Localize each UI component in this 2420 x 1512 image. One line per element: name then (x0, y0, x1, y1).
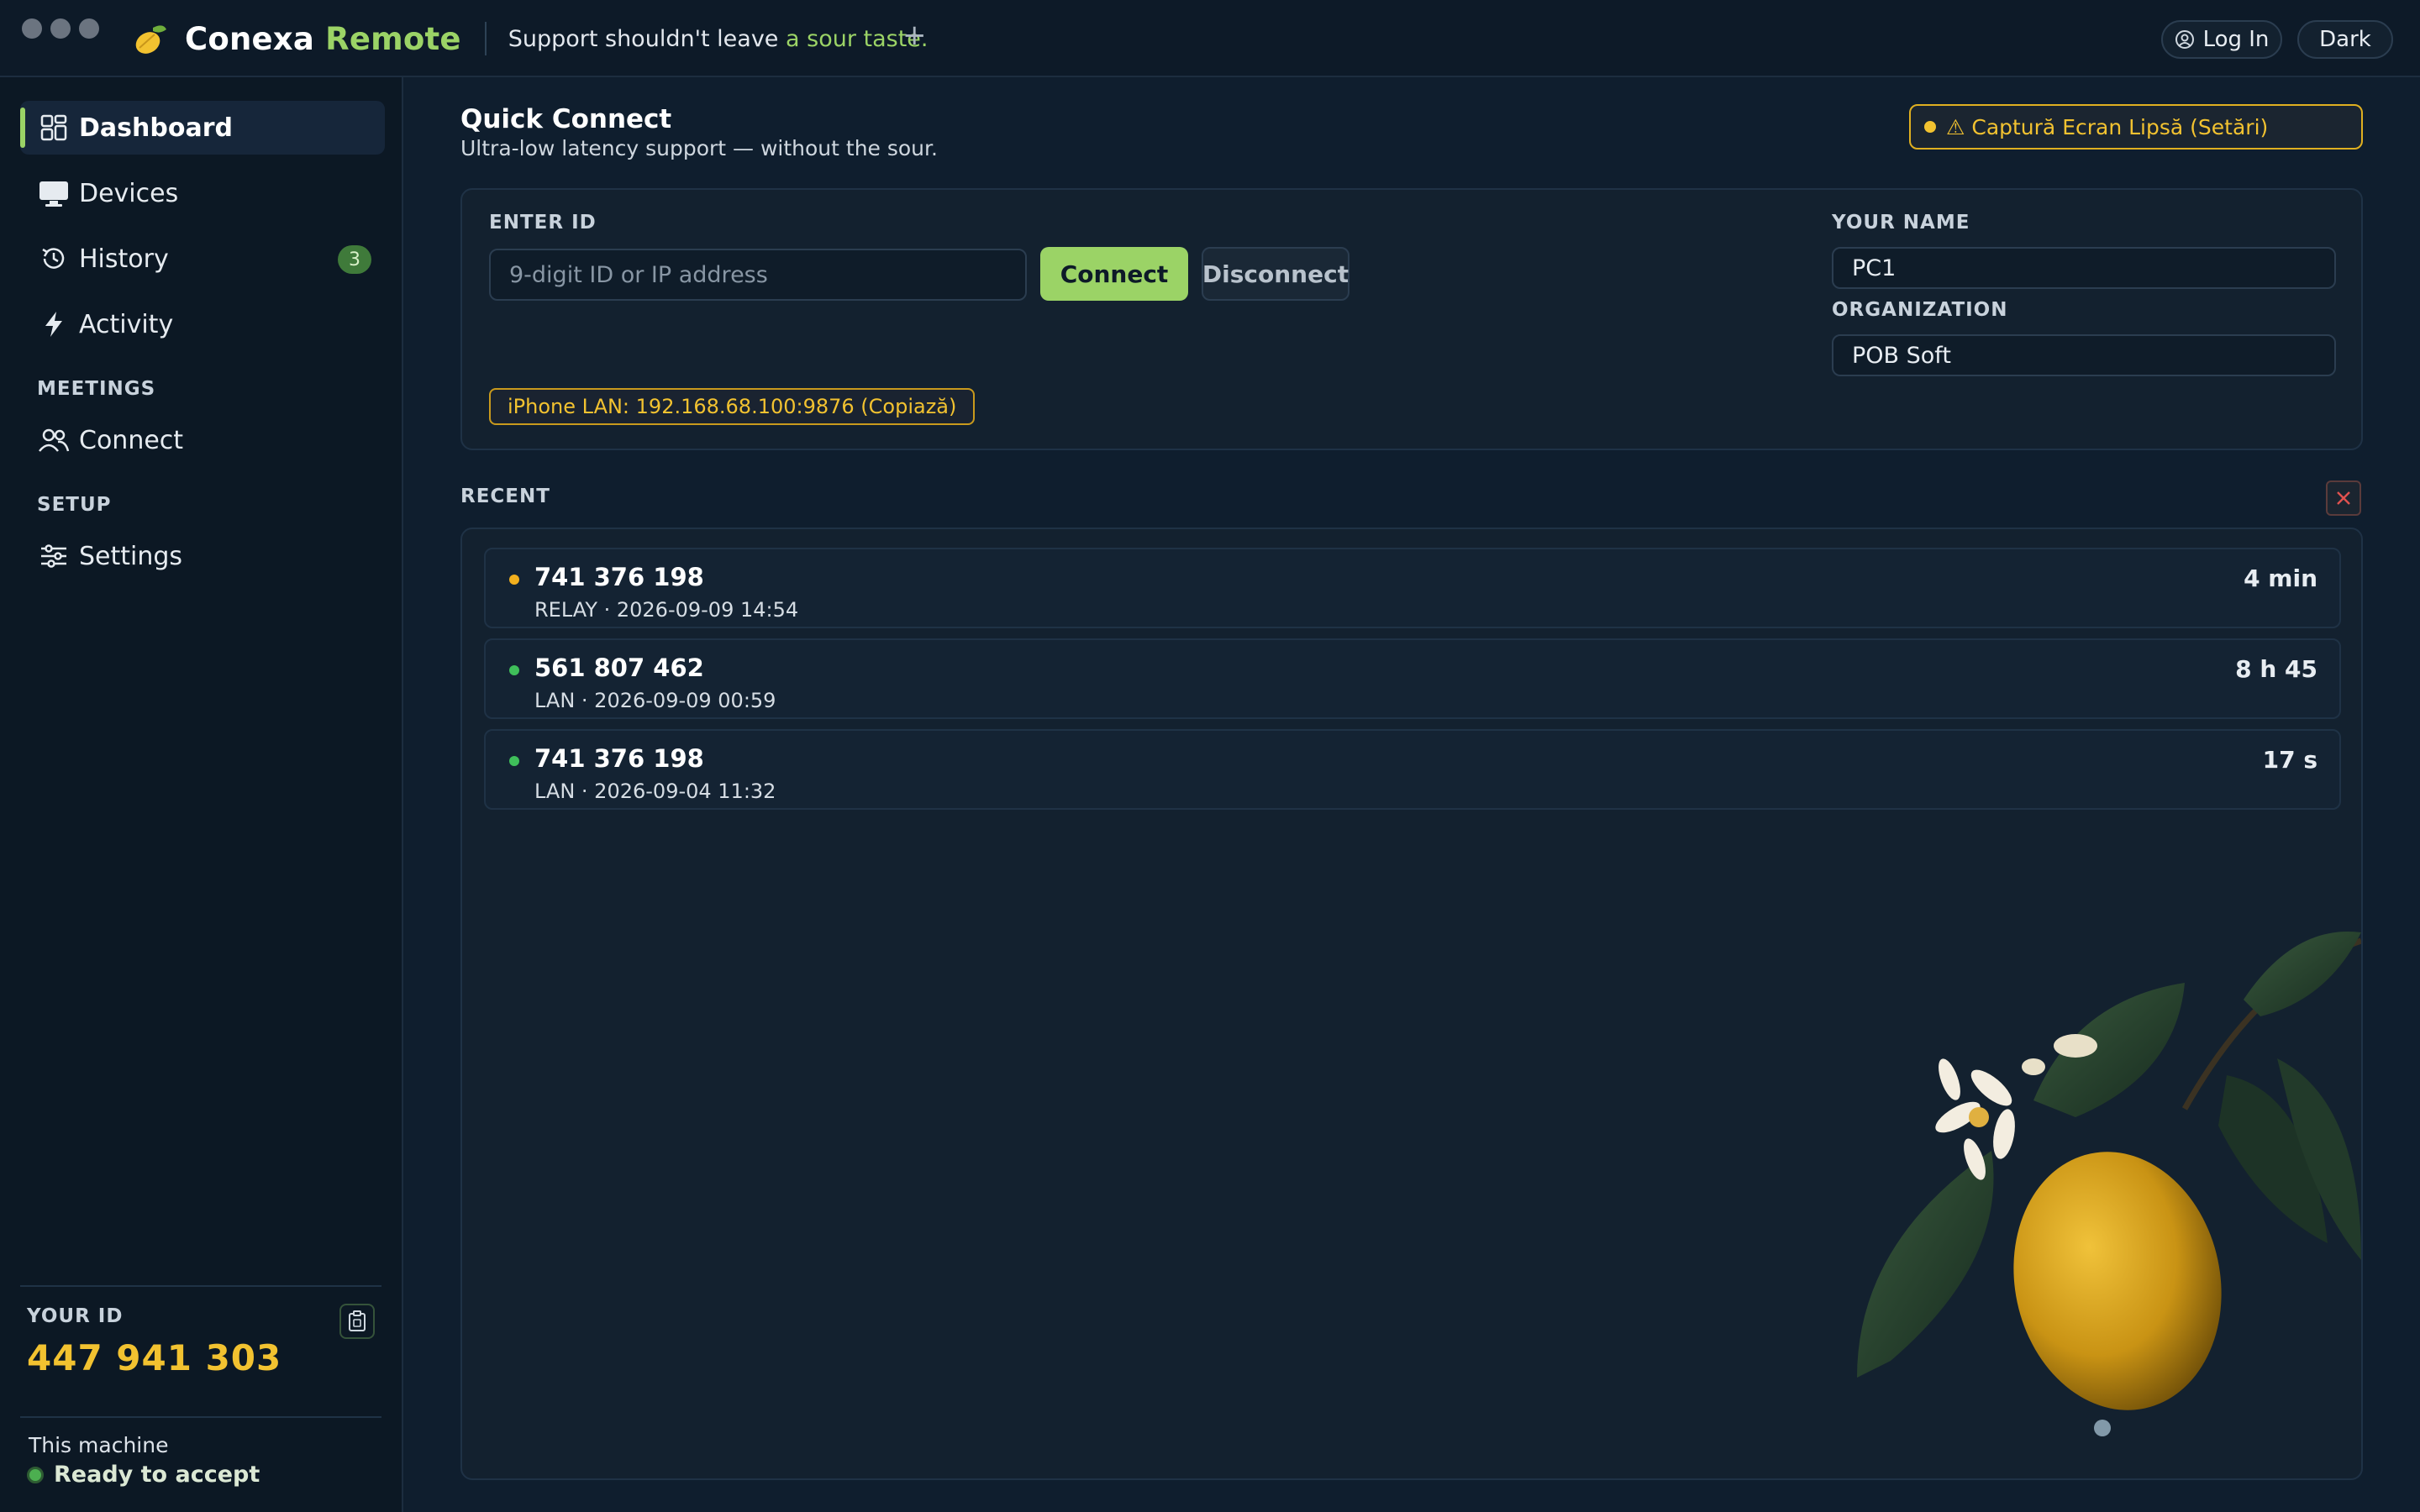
brand-divider (484, 22, 487, 55)
your-name-input[interactable]: PC1 (1832, 247, 2336, 289)
recent-section-label: RECENT (460, 486, 550, 507)
session-id: 741 376 198 (534, 744, 704, 773)
session-duration: 8 h 45 (2235, 655, 2317, 683)
clipboard-icon (349, 1310, 366, 1331)
close-icon (2337, 491, 2350, 505)
sidebar-item-label: Connect (79, 425, 184, 455)
organization-input[interactable]: POB Soft (1832, 334, 2336, 376)
your-id-value: 447 941 303 (27, 1337, 282, 1378)
session-duration: 4 min (2244, 564, 2317, 592)
machine-label: This machine (29, 1433, 169, 1457)
sidebar-item-label: Activity (79, 309, 174, 339)
recent-session-row[interactable]: 741 376 198 RELAY · 2026-09-09 14:54 4 m… (484, 548, 2341, 628)
sidebar-divider (20, 1285, 381, 1287)
tagline: Support shouldn't leave a sour taste. (508, 25, 929, 52)
maximize-window-button[interactable] (79, 18, 99, 39)
recent-session-row[interactable]: 561 807 462 LAN · 2026-09-09 00:59 8 h 4… (484, 638, 2341, 719)
lan-address-copy-button[interactable]: iPhone LAN: 192.168.68.100:9876 (Copiază… (489, 388, 976, 425)
monitor-icon (37, 176, 71, 210)
session-meta: LAN · 2026-09-04 11:32 (534, 780, 776, 803)
dashboard-grid-icon (37, 111, 71, 144)
organization-label: ORGANIZATION (1832, 299, 2008, 321)
session-status-dot-icon (509, 665, 519, 675)
sidebar-item-label: Dashboard (79, 113, 233, 143)
page-subtitle: Ultra-low latency support — without the … (460, 136, 938, 160)
sidebar-item-dashboard[interactable]: Dashboard (20, 101, 385, 155)
connect-button[interactable]: Connect (1040, 247, 1188, 301)
login-button[interactable]: Log In (2161, 20, 2282, 59)
window-controls (22, 18, 99, 39)
status-dot-icon (27, 1466, 44, 1483)
recent-session-row[interactable]: 741 376 198 LAN · 2026-09-04 11:32 17 s (484, 729, 2341, 810)
recent-sessions-card: 741 376 198 RELAY · 2026-09-09 14:54 4 m… (460, 528, 2363, 1480)
id-input[interactable]: 9-digit ID or IP address (489, 249, 1027, 301)
sidebar-item-label: Devices (79, 178, 179, 208)
brand: Conexa Remote Support shouldn't leave a … (131, 17, 929, 60)
sidebar-divider (20, 1416, 381, 1418)
title-bar: Conexa Remote Support shouldn't leave a … (0, 0, 2420, 77)
user-circle-icon (2175, 30, 2194, 49)
page-title: Quick Connect (460, 104, 672, 134)
theme-label: Dark (2319, 27, 2371, 52)
history-count-badge: 3 (338, 245, 371, 274)
section-label-meetings: MEETINGS (37, 378, 156, 400)
sidebar-item-label: History (79, 244, 169, 274)
lemon-branch-illustration (1857, 932, 2361, 1436)
warning-text: ⚠ Captură Ecran Lipsă (Setări) (1946, 114, 2269, 139)
users-icon (37, 423, 71, 457)
quick-connect-card: ENTER ID 9-digit ID or IP address Connec… (460, 188, 2363, 450)
session-meta: RELAY · 2026-09-09 14:54 (534, 598, 799, 622)
sidebar-item-history[interactable]: History 3 (20, 232, 385, 286)
sliders-icon (37, 539, 71, 573)
screen-capture-warning[interactable]: ⚠ Captură Ecran Lipsă (Setări) (1909, 104, 2363, 150)
sidebar-item-connect[interactable]: Connect (20, 413, 385, 467)
warning-dot-icon (1924, 121, 1936, 133)
machine-status: Ready to accept (27, 1462, 260, 1488)
session-duration: 17 s (2262, 746, 2317, 774)
session-id: 741 376 198 (534, 563, 704, 591)
sidebar-item-activity[interactable]: Activity (20, 297, 385, 351)
enter-id-label: ENTER ID (489, 212, 597, 234)
your-name-label: YOUR NAME (1832, 212, 1970, 234)
history-clock-icon (37, 242, 71, 276)
copy-id-button[interactable] (339, 1304, 375, 1339)
section-label-setup: SETUP (37, 494, 112, 516)
minimize-window-button[interactable] (50, 18, 71, 39)
sidebar-item-label: Settings (79, 541, 183, 571)
bolt-icon (37, 307, 71, 341)
session-status-dot-icon (509, 575, 519, 585)
your-id-label: YOUR ID (27, 1305, 124, 1327)
login-label: Log In (2202, 27, 2270, 52)
session-meta: LAN · 2026-09-09 00:59 (534, 689, 776, 712)
theme-toggle-button[interactable]: Dark (2297, 20, 2393, 59)
new-tab-button[interactable]: + (902, 18, 927, 52)
lemon-logo-icon (135, 25, 166, 54)
sidebar-item-devices[interactable]: Devices (20, 166, 385, 220)
session-status-dot-icon (509, 756, 519, 766)
main-content: Quick Connect Ultra-low latency support … (405, 77, 2420, 1512)
machine-status-text: Ready to accept (54, 1462, 260, 1488)
session-id: 561 807 462 (534, 654, 704, 682)
sidebar: Dashboard Devices History 3 Activity MEE… (0, 77, 403, 1512)
sidebar-item-settings[interactable]: Settings (20, 529, 385, 583)
clear-recent-button[interactable] (2326, 480, 2361, 516)
close-window-button[interactable] (22, 18, 42, 39)
disconnect-button[interactable]: Disconnect (1202, 247, 1349, 301)
app-name: Conexa Remote (185, 20, 461, 57)
